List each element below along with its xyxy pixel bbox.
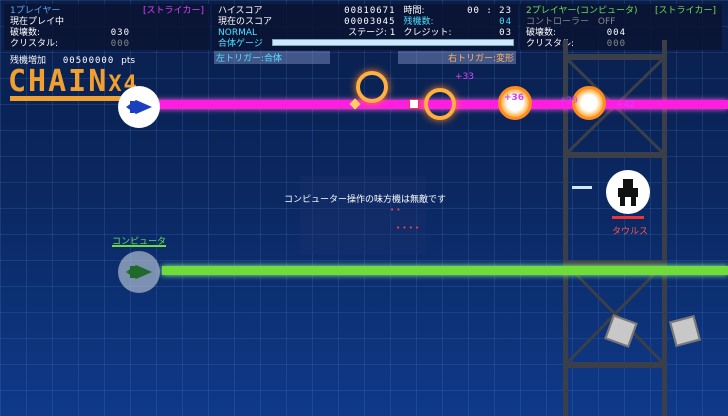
score-popup: +39 (559, 96, 578, 106)
enemy-ring (356, 71, 388, 103)
chain-counter: CHAINX4 (8, 64, 139, 99)
time-label: 時間: (403, 6, 425, 16)
p1-kills-label: 破壊数: (10, 28, 41, 38)
p2-kills-label: 破壊数: (526, 28, 557, 38)
score: 00003045 (344, 17, 396, 27)
stage: ステージ: 1 (348, 28, 396, 38)
p2-title: 2プレイヤー(コンピュータ) (526, 6, 638, 16)
gauge-label: 合体ゲージ (218, 39, 263, 49)
red-dots: • • • • (396, 224, 420, 232)
score-popup: +36 (504, 93, 525, 103)
ally-invincible-message: コンピューター操作の味方機は無敵です (284, 195, 447, 205)
lives-label: 残機数: (403, 17, 434, 27)
left-trigger-hint: 左トリガー:合体 (214, 51, 330, 64)
boss-health-bar (612, 216, 644, 219)
lives: 04 (499, 17, 512, 27)
p1-status: 現在プレイ中 (10, 17, 65, 27)
p2-kills: 004 (606, 28, 626, 38)
difficulty: NORMAL (218, 28, 258, 38)
combine-gauge (272, 39, 514, 46)
enemy-orb (498, 86, 532, 120)
p1-type: [ストライカー] (142, 6, 204, 16)
mech-icon (618, 179, 638, 206)
computer-label-underline (112, 245, 166, 247)
p2-controller-label: コントローラー (526, 17, 590, 27)
score-popup: +33 (455, 72, 474, 82)
score-popup: +42 (616, 100, 635, 110)
boss-shot (572, 186, 592, 189)
p2-controller-status: OFF (597, 17, 616, 27)
time: 00 : 23 (467, 6, 512, 16)
player1-ship (118, 86, 160, 128)
message-backdrop (300, 176, 426, 254)
enemy-ring (424, 88, 456, 120)
boss-name: タウルス (612, 227, 649, 237)
credit: 03 (499, 28, 512, 38)
chain-bar (10, 96, 130, 101)
p1-title: 1プレイヤー (10, 6, 61, 16)
chain-label: CHAIN (8, 64, 109, 99)
hiscore-label: ハイスコア (218, 6, 263, 16)
computer-ship (118, 251, 160, 293)
score-label: 現在のスコア (218, 17, 273, 27)
red-dots: • • (390, 206, 401, 214)
p1-crystal: 000 (110, 39, 130, 49)
p1-crystal-label: クリスタル: (10, 39, 59, 49)
fighter-icon (126, 100, 152, 114)
p1-kills: 030 (110, 28, 130, 38)
enemy-bullet (409, 99, 419, 109)
player1-hud: 1プレイヤー [ストライカー] 現在プレイ中 破壊数: 030 クリスタル: 000 (4, 4, 210, 50)
credit-label: クレジット: (403, 28, 452, 38)
right-trigger-hint: 右トリガー:変形 (398, 51, 516, 64)
computer-laser-beam (162, 266, 728, 275)
hiscore: 00810671 (344, 6, 396, 16)
boss-taurus (606, 170, 650, 214)
fighter-icon (126, 265, 152, 279)
p2-type: [ストライカー] (654, 6, 716, 16)
